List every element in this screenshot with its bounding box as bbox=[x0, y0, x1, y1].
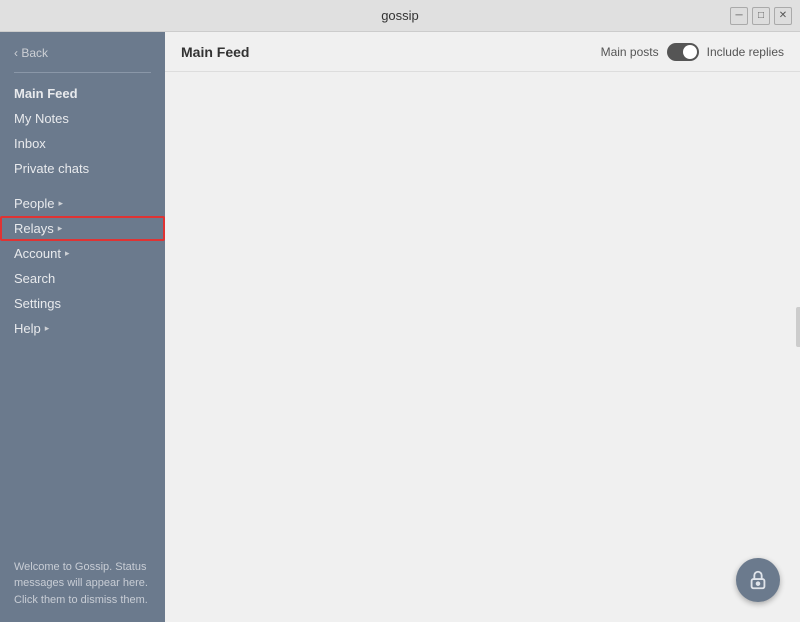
chevron-right-icon: ▸ bbox=[58, 198, 63, 209]
minimize-button[interactable]: ─ bbox=[730, 7, 748, 25]
sidebar-item-label: My Notes bbox=[14, 111, 69, 126]
include-replies-label: Include replies bbox=[707, 45, 784, 59]
sidebar-item-label: Private chats bbox=[14, 161, 89, 176]
sidebar-top: ‹ Back Main Feed My Notes Inbox Private … bbox=[0, 32, 165, 549]
page-title: Main Feed bbox=[181, 44, 249, 60]
main-posts-label: Main posts bbox=[601, 45, 659, 59]
app-body: ‹ Back Main Feed My Notes Inbox Private … bbox=[0, 32, 800, 622]
sidebar-item-private-chats[interactable]: Private chats bbox=[0, 156, 165, 181]
sidebar-item-relays[interactable]: Relays ▸ bbox=[0, 216, 165, 241]
window-controls: ─ □ ✕ bbox=[730, 7, 792, 25]
scroll-indicator bbox=[796, 307, 800, 347]
close-button[interactable]: ✕ bbox=[774, 7, 792, 25]
sidebar-item-inbox[interactable]: Inbox bbox=[0, 131, 165, 156]
sidebar-item-label: Main Feed bbox=[14, 86, 78, 101]
chevron-right-icon: ▸ bbox=[45, 323, 50, 334]
sidebar-item-help[interactable]: Help ▸ bbox=[0, 316, 165, 341]
sidebar-item-main-feed[interactable]: Main Feed bbox=[0, 81, 165, 106]
header-controls: Main posts Include replies bbox=[601, 43, 784, 61]
titlebar: gossip ─ □ ✕ bbox=[0, 0, 800, 32]
main-content: Main Feed Main posts Include replies bbox=[165, 32, 800, 622]
sidebar-item-label: Help bbox=[14, 321, 41, 336]
sidebar-item-label: Relays bbox=[14, 221, 54, 236]
main-header: Main Feed Main posts Include replies bbox=[165, 32, 800, 72]
sidebar-item-label: Account bbox=[14, 246, 61, 261]
maximize-button[interactable]: □ bbox=[752, 7, 770, 25]
sidebar-item-account[interactable]: Account ▸ bbox=[0, 241, 165, 266]
app-title: gossip bbox=[381, 8, 419, 23]
sidebar-item-people[interactable]: People ▸ bbox=[0, 191, 165, 216]
sidebar-item-settings[interactable]: Settings bbox=[0, 291, 165, 316]
sidebar-divider bbox=[14, 72, 151, 73]
sidebar-item-label: People bbox=[14, 196, 54, 211]
lock-icon bbox=[747, 569, 769, 591]
sidebar-item-label: Search bbox=[14, 271, 55, 286]
sidebar: ‹ Back Main Feed My Notes Inbox Private … bbox=[0, 32, 165, 622]
sidebar-item-my-notes[interactable]: My Notes bbox=[0, 106, 165, 131]
include-replies-toggle[interactable] bbox=[667, 43, 699, 61]
sidebar-item-search[interactable]: Search bbox=[0, 266, 165, 291]
back-button[interactable]: ‹ Back bbox=[0, 40, 165, 70]
sidebar-spacer bbox=[0, 181, 165, 191]
lock-button[interactable] bbox=[736, 558, 780, 602]
status-message[interactable]: Welcome to Gossip. Status messages will … bbox=[0, 549, 165, 622]
chevron-right-icon: ▸ bbox=[58, 223, 63, 234]
sidebar-item-label: Settings bbox=[14, 296, 61, 311]
sidebar-item-label: Inbox bbox=[14, 136, 46, 151]
feed-area bbox=[165, 72, 800, 622]
chevron-right-icon: ▸ bbox=[65, 248, 70, 259]
